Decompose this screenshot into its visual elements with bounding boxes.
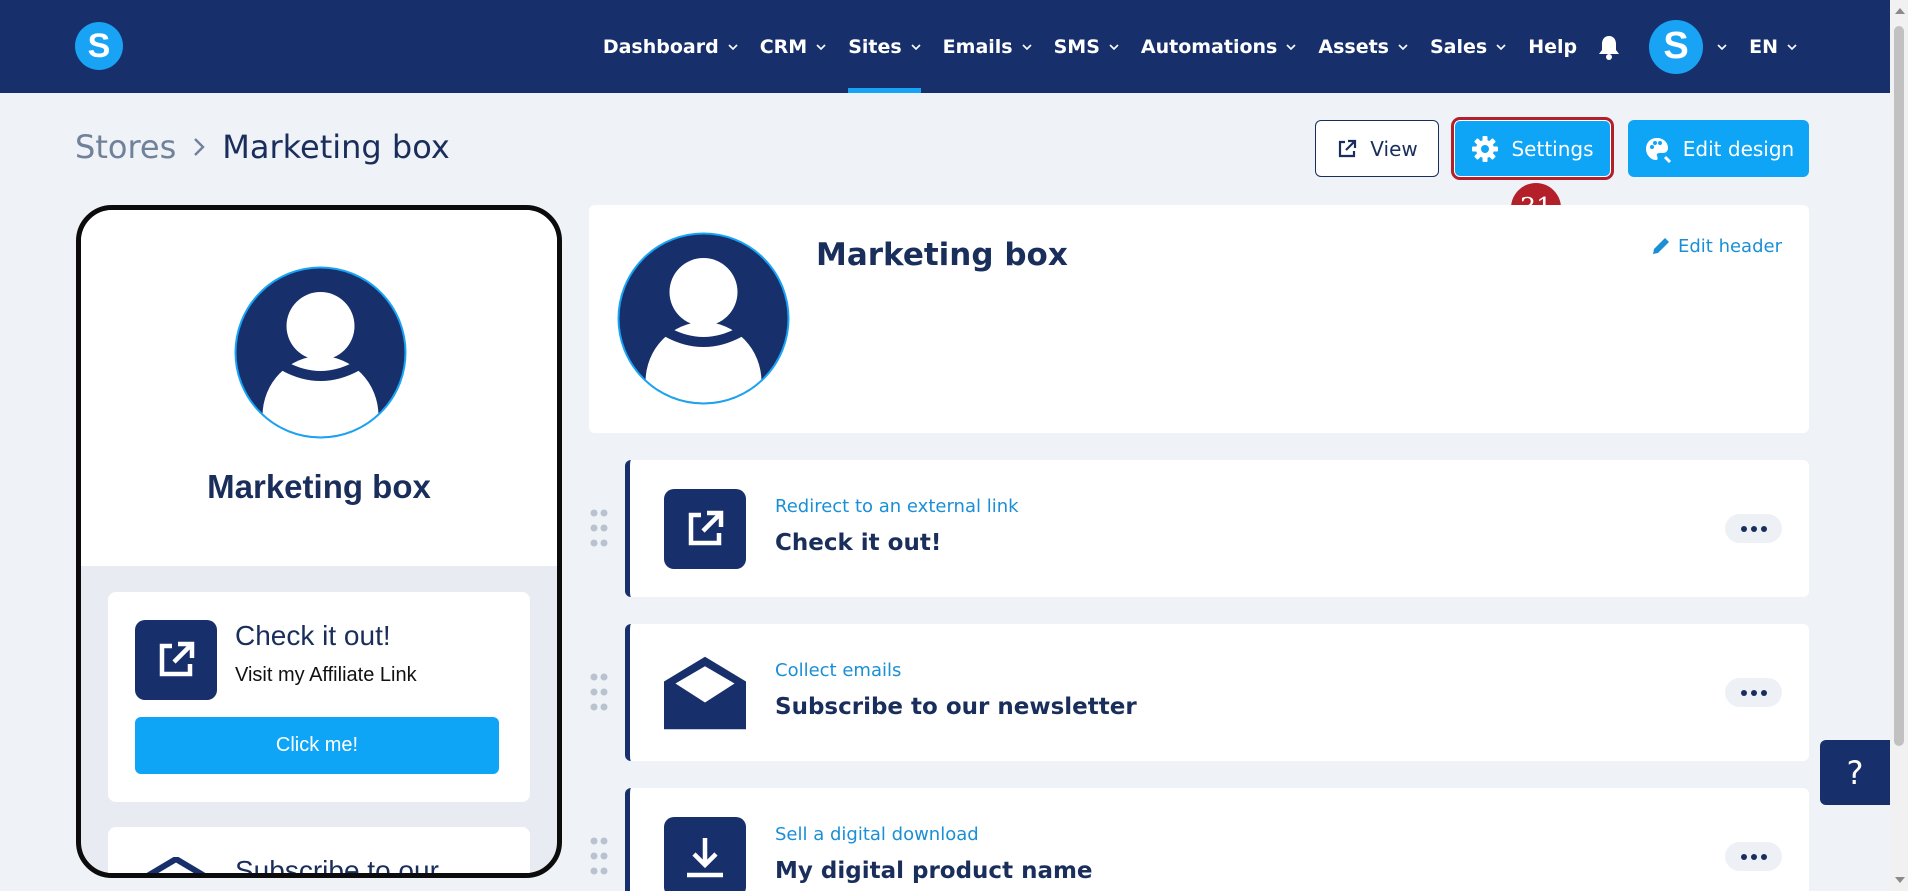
envelope-icon [664,653,746,733]
nav-item-label: Sales [1429,35,1488,58]
nav-item-label: Sites [848,35,902,58]
scrollbar-thumb[interactable] [1894,26,1904,746]
gear-icon [1472,135,1499,162]
bell-icon[interactable] [1597,33,1621,61]
nav-item-sites[interactable]: Sites [848,0,922,93]
chevron-down-icon [1022,43,1032,50]
edit-header-label: Edit header [1678,235,1782,257]
preview-title: Marketing box [207,468,431,505]
chevron-down-icon [1717,43,1727,50]
settings-button[interactable]: Settings [1451,117,1614,180]
preview-click-button[interactable]: Click me! [135,717,499,774]
chevron-down-icon [1787,43,1797,50]
chevron-down-icon [911,43,921,50]
mobile-preview: Marketing box Check it out! Visit my Aff… [76,205,562,878]
language-label: EN [1749,35,1778,58]
nav-item-sms[interactable]: SMS [1054,0,1119,93]
edit-header-link[interactable]: Edit header [1650,235,1782,257]
breadcrumb: Stores Marketing box [75,128,450,166]
block-row[interactable]: Sell a digital download My digital produ… [625,788,1809,891]
palette-icon [1645,137,1671,163]
block-title: Check it out! [775,530,942,556]
nav-item-dashboard[interactable]: Dashboard [603,0,738,93]
more-options-button[interactable] [1725,514,1782,543]
nav-item-automations[interactable]: Automations [1141,0,1296,93]
more-options-button[interactable] [1725,842,1782,871]
block-type: Collect emails [775,660,902,681]
scroll-down-arrow[interactable] [1895,877,1905,883]
scroll-up-arrow[interactable] [1895,8,1905,14]
nav-item-label: SMS [1053,35,1100,58]
download-icon [664,817,746,891]
nav-item-label: CRM [759,35,808,58]
view-button-label: View [1370,136,1418,161]
block-type: Redirect to an external link [775,496,1019,517]
user-avatar-icon[interactable] [617,232,790,405]
help-button[interactable]: ? [1820,740,1890,805]
chevron-down-icon [1496,43,1506,50]
block-type: Sell a digital download [775,824,979,845]
envelope-icon [146,857,206,873]
preview-header: Marketing box [81,210,557,566]
block-row[interactable]: Redirect to an external link Check it ou… [625,460,1809,597]
block-title: My digital product name [775,858,1093,884]
page-title: Marketing box [222,128,450,166]
pencil-icon [1653,238,1669,254]
chevron-right-icon [194,138,205,156]
preview-card: Check it out! Visit my Affiliate Link Cl… [108,592,530,802]
top-navigation: S Dashboard CRM Sites Emails SMS Automat… [0,0,1890,93]
block-title: Subscribe to our newsletter [775,694,1137,720]
preview-card-title: Check it out! [235,620,391,651]
external-link-icon [1339,139,1357,157]
nav-item-help[interactable]: Help [1528,0,1577,93]
drag-handle-icon[interactable] [589,836,609,876]
external-link-icon [664,489,746,569]
edit-design-button-label: Edit design [1682,136,1795,161]
nav-item-label: Assets [1318,35,1389,58]
nav-item-label: Dashboard [602,35,719,58]
header-card: Marketing box Edit header [589,205,1809,433]
preview-card-title: Subscribe to our [235,855,439,878]
nav-item-assets[interactable]: Assets [1318,0,1408,93]
avatar: S [1649,19,1704,74]
nav-menu: Dashboard CRM Sites Emails SMS Automatio… [581,0,1797,93]
drag-handle-icon[interactable] [589,508,609,548]
page-scrollbar[interactable] [1890,0,1908,891]
nav-item-label: Automations [1140,35,1278,58]
preview-card-subtitle: Visit my Affiliate Link [235,664,417,686]
nav-item-sales[interactable]: Sales [1430,0,1506,93]
nav-item-crm[interactable]: CRM [760,0,826,93]
language-selector[interactable]: EN [1749,0,1797,93]
external-link-icon [135,620,217,700]
user-avatar-icon [234,266,407,439]
view-button[interactable]: View [1315,120,1439,177]
edit-design-button[interactable]: Edit design [1628,120,1809,177]
chevron-down-icon [1398,43,1408,50]
brand-logo[interactable]: S [75,22,123,70]
chevron-down-icon [1109,43,1119,50]
chevron-down-icon [728,43,738,50]
block-row[interactable]: Collect emails Subscribe to our newslett… [625,624,1809,761]
user-menu[interactable]: S [1649,19,1727,74]
nav-item-emails[interactable]: Emails [943,0,1032,93]
nav-item-label: Emails [942,35,1013,58]
breadcrumb-stores[interactable]: Stores [75,128,176,166]
preview-card: Subscribe to our [108,827,530,878]
header-title: Marketing box [816,237,1068,273]
chevron-down-icon [816,43,826,50]
chevron-down-icon [1286,43,1296,50]
drag-handle-icon[interactable] [589,672,609,712]
more-options-button[interactable] [1725,678,1782,707]
settings-button-label: Settings [1511,136,1594,161]
nav-item-label: Help [1528,35,1578,58]
